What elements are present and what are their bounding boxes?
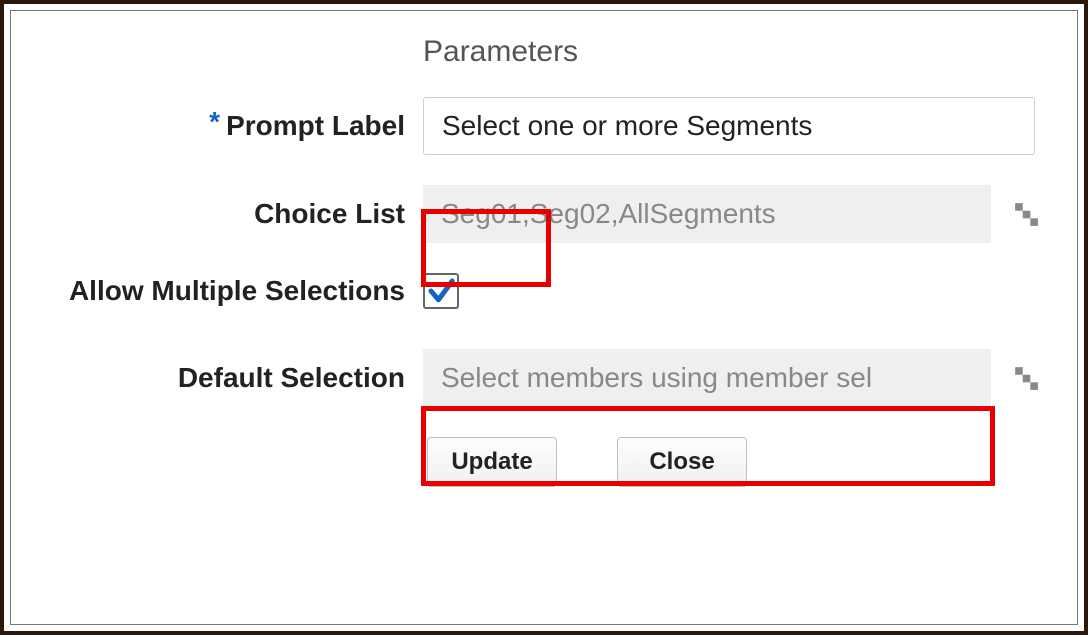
label-prompt-label: *Prompt Label — [11, 110, 423, 142]
checkmark-icon — [426, 276, 456, 306]
label-allow-multiple: Allow Multiple Selections — [11, 275, 423, 307]
close-button[interactable]: Close — [617, 437, 747, 487]
row-prompt-label: *Prompt Label — [11, 97, 1077, 155]
allow-multiple-checkbox[interactable] — [423, 273, 459, 309]
parameters-panel: Parameters *Prompt Label Choice List Seg… — [10, 10, 1078, 625]
row-choice-list: Choice List Seg01,Seg02,AllSegments — [11, 185, 1077, 243]
row-allow-multiple: Allow Multiple Selections — [11, 273, 1077, 309]
choice-list-display: Seg01,Seg02,AllSegments — [423, 185, 991, 243]
hierarchy-icon[interactable] — [1013, 365, 1039, 391]
label-prompt-label-text: Prompt Label — [226, 110, 405, 141]
label-choice-list: Choice List — [11, 198, 423, 230]
update-button[interactable]: Update — [427, 437, 557, 487]
hierarchy-icon[interactable] — [1013, 201, 1039, 227]
window-frame: Parameters *Prompt Label Choice List Seg… — [0, 0, 1088, 635]
required-asterisk: * — [209, 106, 220, 137]
page-title: Parameters — [423, 35, 1077, 69]
prompt-label-input[interactable] — [423, 97, 1035, 155]
button-row: Update Close — [427, 437, 1077, 487]
row-default-selection: Default Selection Select members using m… — [11, 349, 1077, 407]
default-selection-display: Select members using member sel — [423, 349, 991, 407]
label-default-selection: Default Selection — [11, 362, 423, 394]
